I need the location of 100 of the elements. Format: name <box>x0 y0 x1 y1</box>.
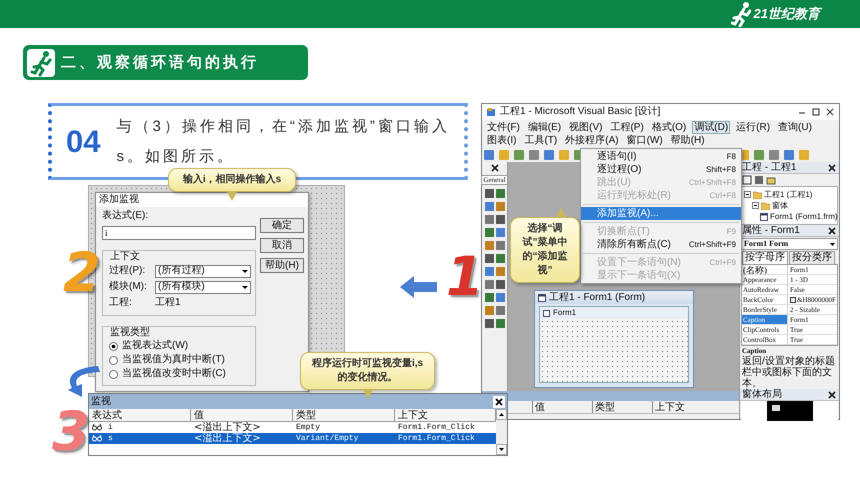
shortcut-label: Ctrl+Shift+F8 <box>688 178 736 188</box>
panel-title: 属性 - Form1 <box>742 224 800 236</box>
menu-item[interactable]: 文件(F) <box>485 121 522 134</box>
big-number: 3 <box>52 405 90 459</box>
form-title: Form1 <box>553 308 576 318</box>
shortcut-label: F9 <box>726 226 736 236</box>
shortcut-label: Ctrl+Shift+F9 <box>688 240 736 250</box>
menu-item[interactable]: 视图(V) <box>567 121 604 134</box>
shortcut-label: Ctrl+F9 <box>710 258 736 268</box>
left-arrow-icon <box>400 276 437 298</box>
radio-label: 当监视值改变时中断(C) <box>122 368 226 380</box>
radio-button[interactable] <box>109 342 118 350</box>
menu-option[interactable]: 添加监视(A)... <box>581 207 741 220</box>
shortcut-label: Shift+F8 <box>706 164 736 174</box>
menu-option[interactable]: 逐语句(I) F8 <box>581 150 741 163</box>
dropdown-field[interactable]: (所有模块) <box>155 280 251 294</box>
menu-item[interactable]: 窗口(W) <box>624 134 665 147</box>
menu-item[interactable]: 帮助(H) <box>668 134 707 147</box>
shortcut-label: F8 <box>726 152 736 162</box>
dropdown-value: (所有模块) <box>158 281 205 293</box>
close-icon[interactable] <box>827 226 837 236</box>
runner-icon <box>27 48 55 76</box>
glasses-icon <box>92 424 102 431</box>
expression-field[interactable]: i <box>102 226 256 240</box>
logo-text: 21世纪教育 <box>754 6 820 22</box>
column-header[interactable]: 表达式 <box>89 409 191 422</box>
table-cell: i <box>108 422 113 433</box>
property-name[interactable]: (名称) <box>742 265 788 274</box>
column-header[interactable]: 类型 <box>293 409 395 422</box>
close-icon[interactable] <box>825 107 835 117</box>
table-row[interactable]: i <溢出上下文> Empty Form1.Form_Click <box>89 422 496 433</box>
form-icon <box>538 294 546 302</box>
menu-item[interactable]: 工具(T) <box>522 134 560 147</box>
field-label: 模块(M): <box>109 281 148 293</box>
radio-button[interactable] <box>109 356 118 364</box>
table-cell-text: Form1.Form_Click <box>397 433 476 444</box>
dialog-button[interactable]: 取消 <box>260 238 304 253</box>
tree-item[interactable]: 工程1 (工程1) <box>764 189 812 200</box>
dialog-button[interactable]: 帮助(H) <box>260 258 304 273</box>
table-cell-text: <溢出上下文> <box>193 422 262 433</box>
shortcut-label: Ctrl+F8 <box>710 190 736 200</box>
tree-item[interactable]: Form1 (Form1.frm) <box>770 211 838 222</box>
step-text: 与（3）操作相同，在“添加监视”窗口输入s。如图所示。 <box>116 117 451 166</box>
collapse-icon[interactable] <box>752 202 759 209</box>
object-dropdown[interactable]: Form1 Form <box>741 238 838 250</box>
column-header[interactable]: 上下文 <box>652 401 712 413</box>
window-title: 监视 <box>91 394 111 409</box>
radio-button[interactable] <box>109 370 118 378</box>
dropdown-value: Form1 Form <box>744 239 788 249</box>
close-icon[interactable] <box>827 162 837 172</box>
menu-item[interactable]: 格式(O) <box>650 121 688 134</box>
collapse-icon[interactable] <box>744 191 751 198</box>
table-cell-text: Variant/Empty <box>295 433 360 444</box>
field-value: 工程1 <box>155 297 181 309</box>
window-title: 工程1 - Microsoft Visual Basic [设计] <box>500 106 662 118</box>
close-icon[interactable] <box>827 390 837 400</box>
menu-item[interactable]: 图表(I) <box>485 134 518 147</box>
close-icon[interactable] <box>490 163 500 173</box>
section-title: 二、观察循环语句的执行 <box>61 54 259 72</box>
radio-label: 监视表达式(W) <box>122 340 188 352</box>
glasses-icon <box>92 435 102 442</box>
menu-item[interactable]: 调试(D) <box>692 121 730 134</box>
column-header[interactable]: 类型 <box>592 401 652 413</box>
monitor-drawing <box>766 401 812 421</box>
menu-item[interactable]: 查询(U) <box>776 121 814 134</box>
dropdown-field[interactable]: (所有过程) <box>155 264 251 278</box>
big-number: 1 <box>446 250 484 304</box>
group-title: 上下文 <box>109 251 141 263</box>
scrollbar[interactable] <box>496 409 507 455</box>
menu-item[interactable]: 外接程序(A) <box>563 134 621 147</box>
field-label: 工程: <box>109 297 133 309</box>
step-number: 04 <box>66 122 100 160</box>
table-cell-text: <溢出上下文> <box>193 433 262 444</box>
table-row[interactable]: s <溢出上下文> Variant/Empty Form1.Form_Click <box>89 433 496 444</box>
callout-text: 输入i，相同操作输入s <box>182 174 282 185</box>
description-text: 返回/设置对象的标题栏中或图标下面的文本。 <box>741 356 836 389</box>
menu-option[interactable]: 逐过程(O) Shift+F8 <box>581 163 741 176</box>
form-window-title: 工程1 - Form1 (Form) <box>549 292 646 304</box>
maximize-icon[interactable] <box>811 107 821 117</box>
field-label: 表达式(E): <box>102 210 150 222</box>
radio-label: 当监视值为真时中断(T) <box>122 354 225 366</box>
table-cell-text: Empty <box>295 422 322 433</box>
menu-item[interactable]: 工程(P) <box>608 121 646 134</box>
callout-text: 程序运行时可监视变量i,s的变化情况。 <box>312 358 424 383</box>
dialog-button[interactable]: 确定 <box>260 218 304 233</box>
tab[interactable]: 按字母序 <box>742 251 788 264</box>
column-header[interactable]: 值 <box>532 401 592 413</box>
tree-item[interactable]: 窗体 <box>772 200 788 211</box>
close-icon[interactable] <box>493 396 505 408</box>
form-icon <box>760 212 768 220</box>
column-header[interactable]: 值 <box>191 409 293 422</box>
tab[interactable]: 按分类序 <box>789 251 835 264</box>
big-number: 2 <box>63 246 101 300</box>
menu-item[interactable]: 运行(R) <box>734 121 772 134</box>
runner-icon <box>730 1 751 27</box>
menu-option[interactable]: 清除所有断点(C) Ctrl+Shift+F9 <box>581 238 741 251</box>
callout-text: 选择“调试”菜单中的“添加监视” <box>522 223 568 276</box>
color-swatch-icon <box>790 296 796 302</box>
dropdown-value: (所有过程) <box>158 265 205 277</box>
menu-item[interactable]: 编辑(E) <box>526 121 564 134</box>
